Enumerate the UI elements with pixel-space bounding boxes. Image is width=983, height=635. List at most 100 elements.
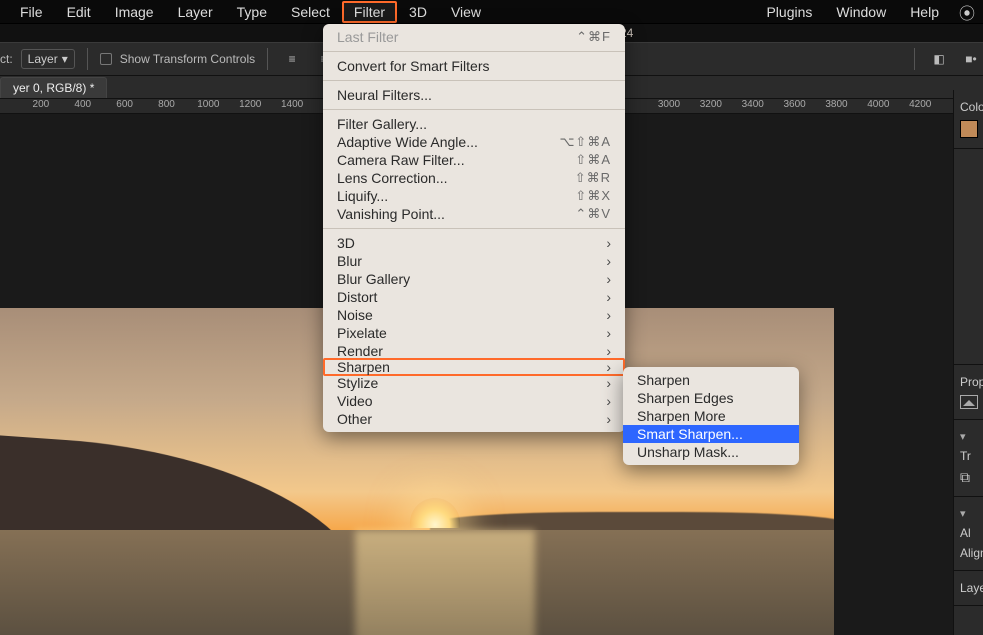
shortcut-label: ⌃⌘V bbox=[575, 206, 611, 222]
menu-view[interactable]: View bbox=[439, 1, 493, 23]
menu-3d[interactable]: 3D bbox=[397, 1, 439, 23]
menu-item-label: Blur bbox=[337, 253, 362, 269]
menu-item-liquify[interactable]: Liquify... ⇧⌘X bbox=[323, 187, 625, 205]
menu-file[interactable]: File bbox=[8, 1, 55, 23]
chevron-down-icon[interactable]: ▾ bbox=[960, 430, 979, 443]
menu-item-distort[interactable]: Distort › bbox=[323, 288, 625, 306]
menu-item-video[interactable]: Video › bbox=[323, 392, 625, 410]
menu-item-pixelate[interactable]: Pixelate › bbox=[323, 324, 625, 342]
menu-item-3d[interactable]: 3D › bbox=[323, 234, 625, 252]
menu-item-label: Blur Gallery bbox=[337, 271, 410, 287]
menu-item-camera-raw[interactable]: Camera Raw Filter... ⇧⌘A bbox=[323, 151, 625, 169]
menu-item-label: Video bbox=[337, 393, 373, 409]
menu-divider bbox=[323, 109, 625, 110]
show-transform-checkbox[interactable] bbox=[100, 53, 112, 65]
menu-item-label: 3D bbox=[337, 235, 355, 251]
transform-panel-label[interactable]: Tr bbox=[960, 449, 979, 463]
chevron-right-icon: › bbox=[606, 289, 611, 305]
menu-item-label: Sharpen Edges bbox=[637, 390, 734, 406]
autoselect-value: Layer bbox=[28, 52, 58, 66]
camera-icon[interactable]: ■• bbox=[959, 48, 983, 70]
menu-item-filter-gallery[interactable]: Filter Gallery... bbox=[323, 115, 625, 133]
menu-item-label: Other bbox=[337, 411, 372, 427]
foreground-swatch[interactable] bbox=[960, 120, 978, 138]
menu-type[interactable]: Type bbox=[225, 1, 279, 23]
submenu-item-sharpen-more[interactable]: Sharpen More bbox=[623, 407, 799, 425]
shortcut-label: ⇧⌘A bbox=[575, 152, 611, 168]
submenu-item-smart-sharpen[interactable]: Smart Sharpen... bbox=[623, 425, 799, 443]
chevron-down-icon[interactable]: ▾ bbox=[960, 507, 979, 520]
menu-item-label: Camera Raw Filter... bbox=[337, 152, 465, 168]
menu-item-label: Distort bbox=[337, 289, 377, 305]
menu-item-noise[interactable]: Noise › bbox=[323, 306, 625, 324]
ruler-tick: 4200 bbox=[899, 99, 941, 113]
menu-divider bbox=[323, 228, 625, 229]
colors-panel-label[interactable]: Colo bbox=[960, 100, 979, 114]
sharpen-submenu: Sharpen Sharpen Edges Sharpen More Smart… bbox=[623, 367, 799, 465]
menu-item-blur-gallery[interactable]: Blur Gallery › bbox=[323, 270, 625, 288]
shortcut-label: ⌃⌘F bbox=[576, 29, 611, 45]
shortcut-label: ⌥⇧⌘A bbox=[559, 134, 611, 150]
menu-help[interactable]: Help bbox=[898, 1, 951, 23]
menu-item-label: Noise bbox=[337, 307, 373, 323]
menu-select[interactable]: Select bbox=[279, 1, 342, 23]
chevron-right-icon: › bbox=[606, 411, 611, 427]
shortcut-label: ⇧⌘R bbox=[575, 170, 611, 186]
submenu-item-sharpen[interactable]: Sharpen bbox=[623, 371, 799, 389]
menu-item-label: Render bbox=[337, 343, 383, 359]
menu-filter[interactable]: Filter bbox=[342, 1, 397, 23]
ruler-tick: 800 bbox=[146, 99, 188, 113]
menu-image[interactable]: Image bbox=[103, 1, 166, 23]
chevron-right-icon: › bbox=[606, 253, 611, 269]
menu-item-label: Smart Sharpen... bbox=[637, 426, 743, 442]
menu-item-stylize[interactable]: Stylize › bbox=[323, 374, 625, 392]
menu-item-label: Lens Correction... bbox=[337, 170, 448, 186]
submenu-item-unsharp-mask[interactable]: Unsharp Mask... bbox=[623, 443, 799, 461]
menu-item-label: Sharpen bbox=[337, 359, 390, 375]
menu-item-label: Filter Gallery... bbox=[337, 116, 427, 132]
right-panels: Colo Prop ▾ Tr ⧉ ▾ Al Align Laye bbox=[953, 90, 983, 635]
chevron-right-icon: › bbox=[606, 307, 611, 323]
menu-item-label: Adaptive Wide Angle... bbox=[337, 134, 478, 150]
ruler-tick: 3200 bbox=[690, 99, 732, 113]
properties-panel-label[interactable]: Prop bbox=[960, 375, 979, 389]
menu-item-blur[interactable]: Blur › bbox=[323, 252, 625, 270]
link-icon[interactable]: ⧉ bbox=[960, 469, 979, 486]
menu-item-lens-correction[interactable]: Lens Correction... ⇧⌘R bbox=[323, 169, 625, 187]
ruler-tick: 600 bbox=[104, 99, 146, 113]
ruler-tick: 3000 bbox=[648, 99, 690, 113]
menu-edit[interactable]: Edit bbox=[55, 1, 103, 23]
shortcut-label: ⇧⌘X bbox=[575, 188, 611, 204]
ruler-tick: 3400 bbox=[732, 99, 774, 113]
3d-mode-icon[interactable]: ◧ bbox=[927, 48, 951, 70]
menu-item-label: Liquify... bbox=[337, 188, 388, 204]
record-icon[interactable]: ⦿ bbox=[959, 0, 975, 24]
menu-layer[interactable]: Layer bbox=[166, 1, 225, 23]
image-info-icon[interactable] bbox=[960, 395, 978, 409]
align-label: Align bbox=[960, 546, 979, 560]
autoselect-label: ct: bbox=[0, 52, 13, 66]
chevron-right-icon: › bbox=[606, 271, 611, 287]
menu-item-vanishing-point[interactable]: Vanishing Point... ⌃⌘V bbox=[323, 205, 625, 223]
chevron-down-icon: ▾ bbox=[62, 52, 68, 66]
document-tab[interactable]: yer 0, RGB/8) * bbox=[0, 77, 107, 98]
align-left-icon[interactable]: ≡ bbox=[280, 48, 304, 70]
chevron-right-icon: › bbox=[606, 235, 611, 251]
chevron-right-icon: › bbox=[606, 359, 611, 375]
menu-item-label: Convert for Smart Filters bbox=[337, 58, 489, 74]
menu-item-last-filter: Last Filter ⌃⌘F bbox=[323, 28, 625, 46]
submenu-item-sharpen-edges[interactable]: Sharpen Edges bbox=[623, 389, 799, 407]
menu-item-adaptive-wide-angle[interactable]: Adaptive Wide Angle... ⌥⇧⌘A bbox=[323, 133, 625, 151]
menu-item-convert-smart[interactable]: Convert for Smart Filters bbox=[323, 57, 625, 75]
menu-plugins[interactable]: Plugins bbox=[754, 1, 824, 23]
menu-window[interactable]: Window bbox=[824, 1, 898, 23]
menu-item-label: Neural Filters... bbox=[337, 87, 432, 103]
autoselect-dropdown[interactable]: Layer ▾ bbox=[21, 49, 75, 69]
ruler-tick: 3800 bbox=[816, 99, 858, 113]
menu-item-neural-filters[interactable]: Neural Filters... bbox=[323, 86, 625, 104]
menu-item-other[interactable]: Other › bbox=[323, 410, 625, 428]
chevron-right-icon: › bbox=[606, 375, 611, 391]
align-panel-label[interactable]: Al bbox=[960, 526, 979, 540]
menu-item-label: Vanishing Point... bbox=[337, 206, 445, 222]
layers-panel-label[interactable]: Laye bbox=[960, 581, 979, 595]
